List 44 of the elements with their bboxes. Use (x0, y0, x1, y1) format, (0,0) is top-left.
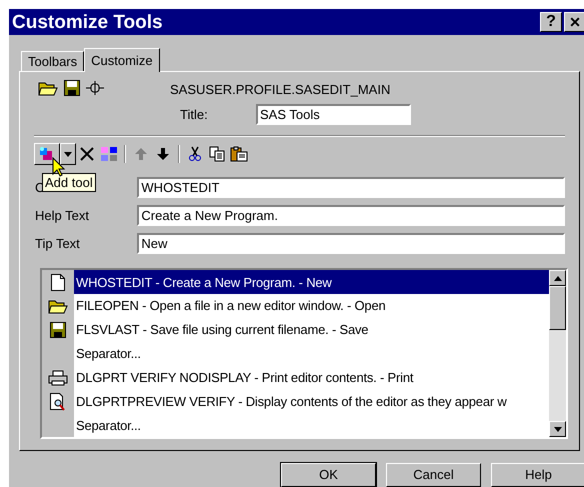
tool-icon (39, 146, 55, 162)
list-item-text: FLSVLAST - Save file using current filename. - Save (75, 321, 370, 340)
list-item-text: DLGPRTPREVIEW VERIFY - Display contents of the editor as they appear w (75, 392, 508, 411)
scrollbar[interactable] (549, 270, 566, 438)
text-field[interactable]: Create a New Program. (137, 205, 565, 226)
add-tool-button[interactable] (34, 143, 60, 166)
up-caret-icon (554, 276, 562, 281)
dialog-button[interactable]: OK (281, 463, 376, 487)
window-title: Customize Tools (12, 12, 163, 32)
list-item[interactable]: Separator... (42, 342, 549, 366)
tab[interactable]: Toolbars (21, 50, 84, 71)
list-item-text: FILEOPEN - Open a file in a new editor window. - Open (75, 297, 386, 316)
profile-path: SASUSER.PROFILE.SASEDIT_MAIN (170, 80, 392, 99)
list-item-text: Separator... (75, 345, 142, 364)
field-label: Tip Text (34, 235, 81, 254)
document-icon (51, 274, 65, 291)
scroll-up-button[interactable] (549, 270, 566, 286)
caret-icon (64, 152, 72, 157)
dropdown-button[interactable] (60, 143, 76, 166)
list-item[interactable]: DLGPRT VERIFY NODISPLAY - Print editor contents. - Print (42, 366, 549, 390)
dialog-button[interactable]: Cancel (386, 463, 481, 487)
folder-icon (38, 80, 58, 96)
list-item-text: DLGPRT VERIFY NODISPLAY - Print editor contents. - Print (75, 368, 414, 387)
list-item[interactable]: FLSVLAST - Save file using current filename. - Save (42, 318, 549, 342)
tab[interactable]: Customize (84, 48, 160, 72)
text-field[interactable]: New (137, 233, 565, 254)
text-field[interactable]: WHOSTEDIT (137, 177, 565, 198)
scroll-down-button[interactable] (549, 421, 566, 438)
title-label: Title: (180, 106, 209, 124)
tooltip: Add tool (42, 173, 96, 192)
dialog-button[interactable]: Help (491, 463, 584, 487)
field-label: Help Text (34, 207, 90, 226)
list-item[interactable]: Separator... (42, 414, 549, 438)
folder-icon (48, 298, 68, 314)
page-magnifier-icon (50, 392, 66, 411)
list-item-text: Separator... (75, 416, 142, 435)
cursor-arrow-icon (52, 157, 66, 178)
close-button[interactable]: × (564, 12, 584, 32)
printer-icon (48, 370, 68, 386)
list-item[interactable]: FILEOPEN - Open a file in a new editor window. - Open (42, 294, 549, 318)
down-caret-icon (554, 426, 562, 432)
list-item[interactable]: DLGPRTPREVIEW VERIFY - Display contents of the editor as they appear w (42, 390, 549, 414)
help-button[interactable]: ? (540, 12, 562, 32)
title-field[interactable]: SAS Tools (256, 104, 411, 126)
